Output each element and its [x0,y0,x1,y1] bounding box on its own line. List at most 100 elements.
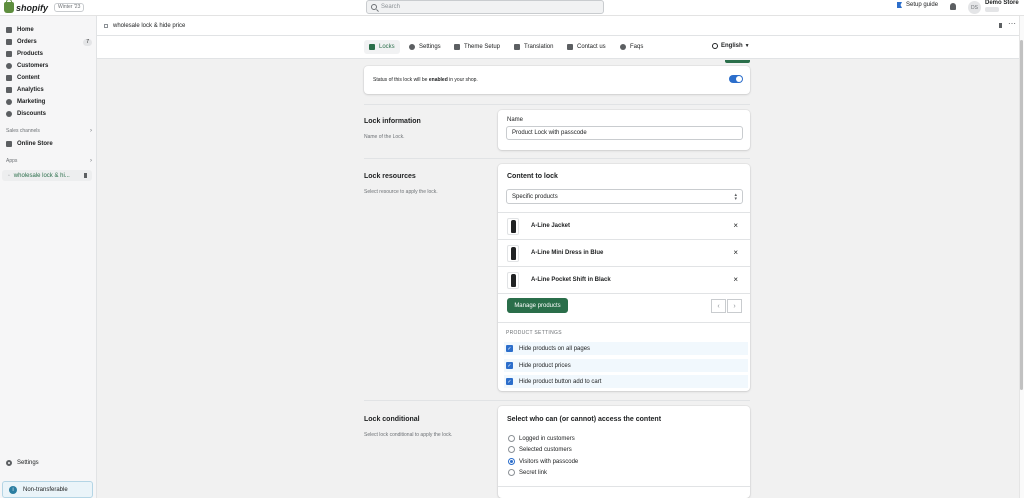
sidebar-item-online-store[interactable]: Online Store [6,139,92,149]
setting-hide-add-to-cart[interactable]: ✓ Hide product button add to cart [504,375,748,388]
tab-translation[interactable]: Translation [509,40,558,54]
sales-channels-header[interactable]: Sales channels › [6,128,92,134]
option-secret-link[interactable]: Secret link [508,469,547,476]
checkbox-checked-icon[interactable]: ✓ [506,345,513,352]
search-input[interactable]: Search [366,0,604,14]
option-logged-in-customers[interactable]: Logged in customers [508,435,575,442]
product-row: A-Line Pocket Shift in Black × [498,266,750,293]
version-badge: Winter '23 [54,3,85,12]
status-text-post: in your shop. [447,77,478,83]
content-type-select[interactable]: Specific products ▴ ▾ [506,189,743,204]
globe-icon [712,43,718,49]
sidebar-item-label: Home [17,27,34,33]
setting-hide-products[interactable]: ✓ Hide products on all pages [504,342,748,355]
orders-icon [6,39,12,45]
content-icon [6,75,12,81]
sidebar-item-label: Online Store [17,141,53,147]
product-thumbnail [507,271,519,289]
sidebar-item-marketing[interactable]: Marketing [6,97,92,107]
search-placeholder: Search [381,4,401,10]
sidebar-item-content[interactable]: Content [6,73,92,83]
lock-information-title: Lock information [364,118,421,125]
checkbox-checked-icon[interactable]: ✓ [506,378,513,385]
sidebar-item-customers[interactable]: Customers [6,61,92,71]
lock-conditional-title: Lock conditional [364,416,420,423]
radio-button-selected[interactable] [508,458,515,465]
tab-locks[interactable]: Locks [364,40,400,54]
tab-settings[interactable]: Settings [404,40,446,54]
radio-button[interactable] [508,469,515,476]
sidebar-item-discounts[interactable]: Discounts [6,109,92,119]
tab-label: Translation [524,44,554,50]
language-label: English [721,43,743,49]
analytics-icon [6,87,12,93]
pin-icon[interactable] [999,23,1002,28]
orders-count-badge: 7 [83,38,92,46]
product-thumbnail [507,244,519,262]
option-label: Visitors with passcode [519,458,579,465]
lock-information-desc: Name of the Lock. [364,134,405,140]
content-to-lock-title: Content to lock [507,173,558,180]
app-header: wholesale lock & hide price ⋯ [97,16,1019,36]
product-thumbnail [507,217,519,235]
status-text-bold: enabled [428,77,448,83]
chevron-right-icon: › [90,158,92,164]
sidebar-item-settings[interactable]: Settings [6,460,39,466]
pin-icon[interactable] [84,173,87,178]
bell-icon[interactable] [950,3,956,10]
product-name: A-Line Jacket [531,223,571,229]
name-label: Name [507,117,524,123]
tab-faqs[interactable]: Faqs [615,40,648,54]
radio-button[interactable] [508,435,515,442]
sidebar-item-home[interactable]: Home [6,25,92,35]
discount-icon [6,111,12,117]
app-icon [104,23,108,28]
next-page-button[interactable]: › [727,299,742,313]
checkbox-checked-icon[interactable]: ✓ [506,362,513,369]
store-icon [6,141,12,147]
content-type-value: Specific products [512,193,558,200]
sidebar-item-products[interactable]: Products [6,49,92,59]
theme-icon [454,44,460,50]
prev-page-button[interactable]: ‹ [711,299,726,313]
sidebar-item-orders[interactable]: Orders 7 [6,37,92,47]
sidebar-item-app[interactable]: ▫ wholesale lock & hi... [2,170,92,181]
select-arrows-icon: ▴ ▾ [734,192,737,202]
radio-button[interactable] [508,446,515,453]
setting-hide-prices[interactable]: ✓ Hide product prices [504,359,748,372]
name-input[interactable]: Product Lock with passcode [506,126,743,140]
remove-product-icon[interactable]: × [733,249,738,257]
caret-down-icon: ▼ [744,43,750,49]
remove-product-icon[interactable]: × [733,222,738,230]
tab-label: Contact us [577,44,606,50]
app-title: wholesale lock & hide price [113,22,186,29]
tab-contact-us[interactable]: Contact us [562,40,611,54]
status-text-pre: Status of this lock will be [373,77,429,83]
help-icon [620,44,626,50]
store-subtitle [985,7,999,12]
product-name: A-Line Mini Dress in Blue [531,250,604,256]
status-toggle[interactable] [729,75,743,83]
option-visitors-with-passcode[interactable]: Visitors with passcode [508,458,578,465]
chevron-right-icon: › [90,128,92,134]
shopify-logo[interactable]: shopify [4,0,48,13]
setup-guide-button[interactable]: Setup guide [897,2,938,8]
non-transferable-banner[interactable]: i Non-transferable [2,481,93,498]
language-selector[interactable]: English ▼ [712,43,750,49]
remove-product-icon[interactable]: × [733,276,738,284]
manage-products-button[interactable]: Manage products [507,298,568,313]
lock-resources-desc: Select resource to apply the lock. [364,189,438,195]
scrollbar-thumb[interactable] [1020,40,1023,390]
search-icon [371,4,377,10]
sidebar-item-analytics[interactable]: Analytics [6,85,92,95]
lock-icon [369,44,375,50]
more-icon[interactable]: ⋯ [1008,19,1016,28]
tab-theme-setup[interactable]: Theme Setup [449,40,505,54]
sidebar-item-label: Customers [17,63,49,69]
apps-header[interactable]: Apps › [6,158,92,164]
store-name[interactable]: Demo Store [985,0,1019,7]
sidebar-item-label: Settings [17,460,39,466]
avatar[interactable]: DS [968,1,981,14]
option-selected-customers[interactable]: Selected customers [508,446,572,453]
tab-label: Faqs [630,44,644,50]
